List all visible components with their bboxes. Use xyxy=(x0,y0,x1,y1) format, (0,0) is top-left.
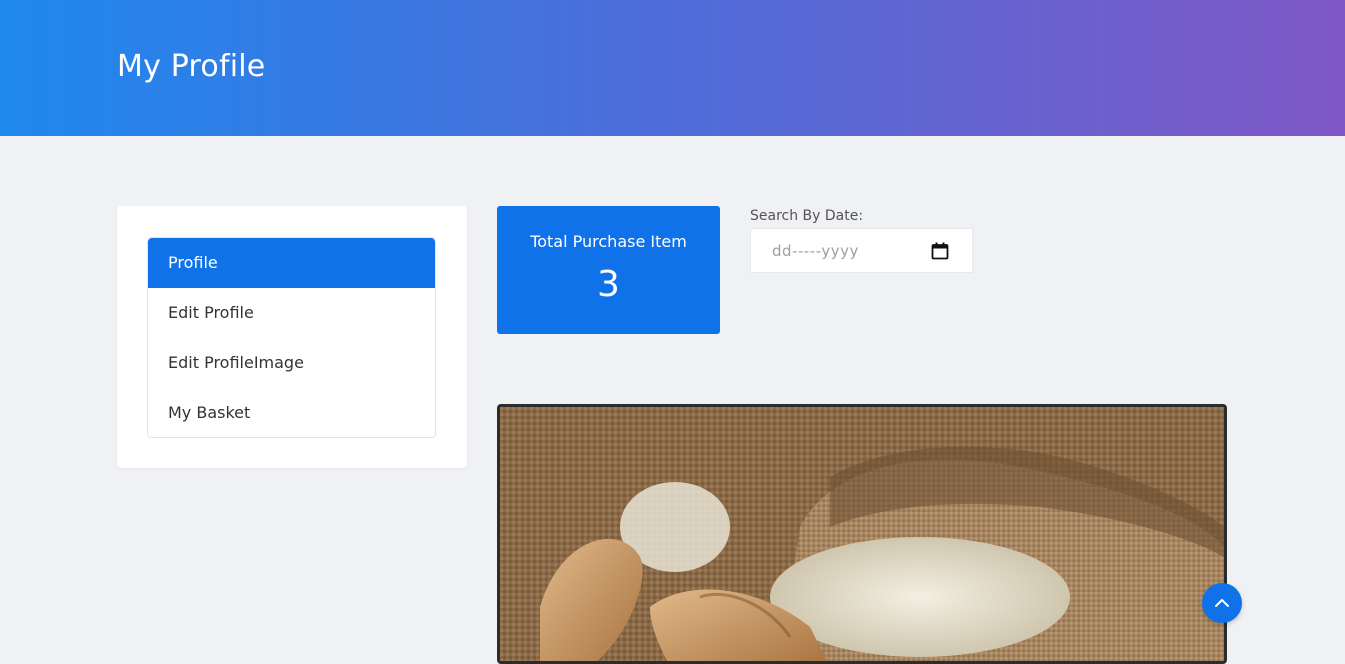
page-title: My Profile xyxy=(117,49,266,84)
total-purchase-label: Total Purchase Item xyxy=(530,232,687,251)
date-input-value: dd-----yyyy xyxy=(772,242,859,260)
sidebar-item-edit-profile-image[interactable]: Edit ProfileImage xyxy=(148,338,435,388)
sidebar-menu: Profile Edit Profile Edit ProfileImage M… xyxy=(147,237,436,438)
date-input[interactable]: dd-----yyyy xyxy=(750,228,973,273)
scroll-to-top-button[interactable] xyxy=(1202,583,1242,623)
product-image xyxy=(497,404,1227,664)
sidebar-item-profile[interactable]: Profile xyxy=(148,238,435,288)
sidebar-item-my-basket[interactable]: My Basket xyxy=(148,388,435,437)
sidebar-item-edit-profile[interactable]: Edit Profile xyxy=(148,288,435,338)
chevron-up-icon xyxy=(1215,599,1229,607)
total-purchase-value: 3 xyxy=(597,264,620,305)
page-header: My Profile xyxy=(0,0,1345,136)
calendar-icon[interactable] xyxy=(931,242,949,260)
sidebar-card: Profile Edit Profile Edit ProfileImage M… xyxy=(117,206,467,468)
search-by-date-label: Search By Date: xyxy=(750,208,864,224)
total-purchase-card: Total Purchase Item 3 xyxy=(497,206,720,334)
